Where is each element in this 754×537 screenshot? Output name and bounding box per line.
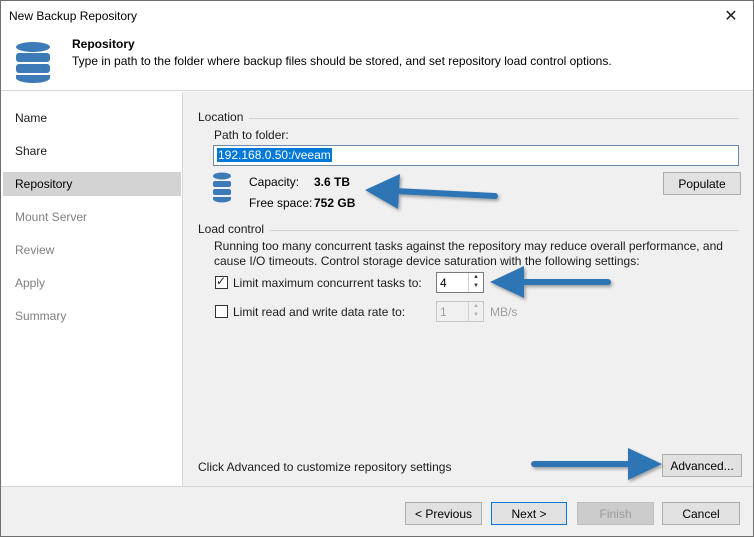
- sidebar-item-repository[interactable]: Repository: [3, 172, 181, 196]
- concurrent-tasks-stepper[interactable]: 4 ▲ ▼: [436, 272, 484, 293]
- page-title: Repository: [72, 37, 135, 51]
- finish-button: Finish: [577, 502, 654, 525]
- data-rate-stepper: 1 ▲ ▼: [436, 301, 484, 322]
- stepper-arrows[interactable]: ▲ ▼: [468, 273, 483, 292]
- limit-data-rate-checkbox[interactable]: [215, 305, 228, 318]
- location-section-label: Location: [198, 110, 244, 124]
- limit-data-rate-label: Limit read and write data rate to:: [233, 305, 406, 319]
- limit-concurrent-tasks-checkbox[interactable]: [215, 274, 228, 289]
- storage-database-icon: [213, 172, 231, 203]
- path-to-folder-label: Path to folder:: [214, 128, 289, 142]
- sidebar-item-summary: Summary: [15, 309, 67, 323]
- location-separator: [249, 118, 739, 119]
- spin-down-icon[interactable]: ▼: [469, 282, 483, 291]
- window-title: New Backup Repository: [9, 9, 138, 23]
- cancel-button[interactable]: Cancel: [662, 502, 740, 525]
- sidebar-item-review: Review: [15, 243, 55, 257]
- data-rate-unit: MB/s: [490, 305, 518, 319]
- spin-up-icon: ▲: [473, 303, 479, 309]
- load-control-description-line2: cause I/O timeouts. Control storage devi…: [214, 254, 640, 268]
- spin-down-icon: ▼: [473, 312, 479, 318]
- title-bar: New Backup Repository ✕: [1, 1, 753, 31]
- populate-button[interactable]: Populate: [663, 172, 741, 195]
- sidebar-item-mount-server: Mount Server: [15, 210, 88, 224]
- advanced-button[interactable]: Advanced...: [662, 454, 742, 477]
- wizard-content: Name Share Repository Mount Server Revie…: [1, 92, 753, 486]
- advanced-hint-text: Click Advanced to customize repository s…: [198, 460, 452, 474]
- page-description: Type in path to the folder where backup …: [72, 54, 612, 68]
- wizard-header: Repository Type in path to the folder wh…: [1, 31, 753, 91]
- sidebar-item-apply: Apply: [15, 276, 46, 290]
- spin-up-icon[interactable]: ▲: [469, 273, 483, 282]
- load-control-description-line1: Running too many concurrent tasks agains…: [214, 239, 723, 253]
- load-control-separator: [270, 230, 739, 231]
- new-backup-repository-window: New Backup Repository ✕ Repository Type …: [0, 0, 754, 537]
- wizard-steps-sidebar: Name Share Repository Mount Server Revie…: [1, 92, 183, 486]
- path-to-folder-value: 192.168.0.50:/veeam: [217, 148, 332, 162]
- data-rate-value: 1: [440, 305, 447, 319]
- next-button[interactable]: Next >: [491, 502, 567, 525]
- path-to-folder-input[interactable]: 192.168.0.50:/veeam: [213, 145, 739, 166]
- sidebar-item-share[interactable]: Share: [1, 139, 182, 163]
- concurrent-tasks-value: 4: [440, 276, 447, 290]
- close-icon[interactable]: ✕: [709, 1, 753, 31]
- previous-button[interactable]: < Previous: [405, 502, 482, 525]
- capacity-value: 3.6 TB: [314, 175, 351, 189]
- free-space-label: Free space:: [249, 196, 313, 210]
- free-space-value: 752 GB: [314, 196, 356, 210]
- capacity-label: Capacity:: [249, 175, 300, 189]
- stepper-arrows-disabled: ▲ ▼: [468, 302, 483, 321]
- database-icon: [16, 42, 50, 83]
- wizard-footer: < Previous Next > Finish Cancel: [1, 486, 753, 536]
- sidebar-item-name[interactable]: Name: [1, 106, 182, 130]
- repository-settings-panel: Location Path to folder: 192.168.0.50:/v…: [184, 92, 753, 486]
- limit-concurrent-tasks-label: Limit maximum concurrent tasks to:: [233, 276, 422, 290]
- load-control-section-label: Load control: [198, 222, 265, 236]
